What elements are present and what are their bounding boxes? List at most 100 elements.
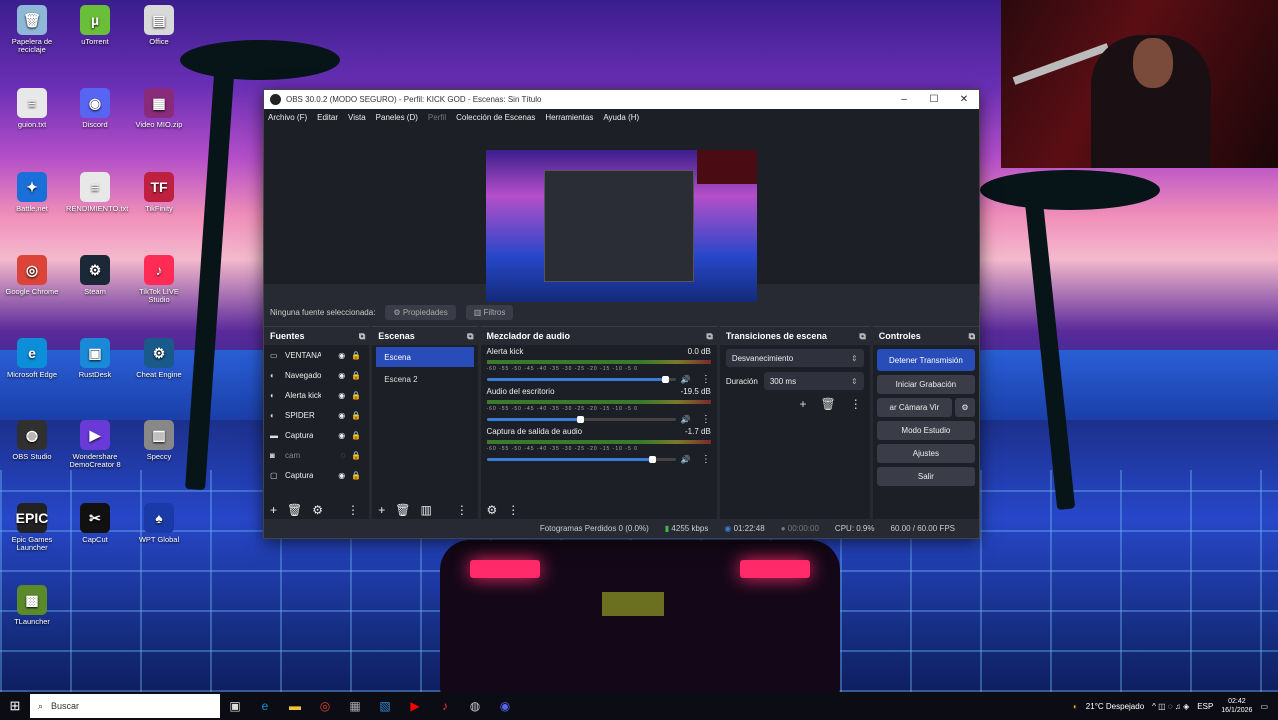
desktop-icon[interactable]: ✦ Battle.net [3, 172, 61, 213]
desktop-icon[interactable]: ▤ Office [130, 5, 188, 46]
volume-slider[interactable] [486, 455, 676, 463]
transition-more-button[interactable]: ⋮ [850, 397, 862, 411]
visibility-eye-icon[interactable]: ◉ [338, 391, 345, 400]
windows-start-icon[interactable]: ⊞ [0, 698, 30, 714]
speaker-icon[interactable]: 🔊 [681, 455, 691, 464]
menu-vista[interactable]: Vista [348, 113, 366, 122]
desktop-icon[interactable]: ◎ Google Chrome [3, 255, 61, 296]
add-source-button[interactable]: + [270, 503, 277, 517]
visibility-eye-icon[interactable]: ◉ [338, 371, 345, 380]
desktop-icon[interactable]: ▣ RustDesk [66, 338, 124, 379]
menu-coleccion[interactable]: Colección de Escenas [456, 113, 535, 122]
source-item[interactable]: ▭ VENTANA ◉ 🔒 [264, 345, 369, 365]
add-transition-button[interactable]: + [800, 397, 807, 411]
youtube-icon[interactable]: ▶ [400, 692, 430, 720]
lock-icon[interactable]: 🔒 [351, 371, 361, 380]
settings-button[interactable]: Ajustes [876, 444, 975, 463]
desktop-icon[interactable]: 🗑 Papelera de reciclaje [3, 5, 61, 54]
desktop-icon[interactable]: ≡ guion.txt [3, 88, 61, 129]
visibility-eye-icon[interactable]: ◉ [338, 411, 345, 420]
desktop-icon[interactable]: EPIC Epic Games Launcher [3, 503, 61, 552]
remove-scene-button[interactable]: 🗑 [395, 503, 410, 517]
store-icon[interactable]: ▦ [340, 692, 370, 720]
tray-icons[interactable]: ^ ◫ ◌ ♫ ◈ [1152, 702, 1189, 711]
lock-icon[interactable]: 🔒 [351, 391, 361, 400]
stop-streaming-button[interactable]: Detener Transmisión [876, 349, 975, 371]
task-view-icon[interactable]: ▣ [220, 692, 250, 720]
lock-icon[interactable]: 🔒 [351, 411, 361, 420]
search-input[interactable]: ⌕ Buscar [30, 694, 220, 718]
obs-icon[interactable]: ◍ [460, 692, 490, 720]
source-item[interactable]: ◐ Alerta kick ◉ 🔒 [264, 385, 369, 405]
duration-input[interactable]: 300 ms ⇕ [763, 372, 864, 390]
gear-icon[interactable]: ⚙ [955, 398, 975, 417]
tiktok-icon[interactable]: ♪ [430, 692, 460, 720]
lock-icon[interactable]: 🔒 [351, 471, 361, 480]
transition-select[interactable]: Desvanecimiento ⇕ [725, 349, 864, 367]
add-scene-button[interactable]: + [378, 503, 385, 517]
menu-ayuda[interactable]: Ayuda (H) [603, 113, 639, 122]
start-recording-button[interactable]: Iniciar Grabación [876, 375, 975, 394]
chrome-icon[interactable]: ◎ [310, 692, 340, 720]
properties-button[interactable]: ⚙ Propiedades [385, 304, 456, 320]
undock-icon[interactable]: ⧉ [969, 331, 975, 342]
speaker-icon[interactable]: 🔊 [681, 415, 691, 424]
source-more-button[interactable]: ⋮ [347, 503, 359, 517]
scene-item[interactable]: Escena 2 [376, 369, 473, 389]
desktop-icon[interactable]: TF TikFinity [130, 172, 188, 213]
discord-icon[interactable]: ◉ [490, 692, 520, 720]
remove-source-button[interactable]: 🗑 [287, 503, 302, 517]
volume-slider[interactable] [486, 375, 676, 383]
desktop-icon[interactable]: ◉ Discord [66, 88, 124, 129]
desktop-icon[interactable]: ≡ RENDIMIENTO.txt [66, 172, 128, 213]
desktop-icon[interactable]: e Microsoft Edge [3, 338, 61, 379]
mixer-more-button[interactable]: ⋮ [507, 503, 519, 517]
lock-icon[interactable]: 🔒 [351, 451, 361, 460]
desktop-icon[interactable]: ✂ CapCut [66, 503, 124, 544]
undock-icon[interactable]: ⧉ [706, 331, 712, 342]
volume-slider[interactable] [486, 415, 676, 423]
lock-icon[interactable]: 🔒 [351, 431, 361, 440]
clock[interactable]: 02:42 16/1/2026 [1221, 697, 1252, 715]
exit-button[interactable]: Salir [876, 467, 975, 486]
remove-transition-button[interactable]: 🗑 [821, 397, 836, 411]
close-button[interactable]: ✕ [949, 94, 979, 105]
visibility-eye-icon[interactable]: ◉ [338, 471, 345, 480]
desktop-icon[interactable]: ▦ Video MIO.zip [130, 88, 188, 129]
scene-more-button[interactable]: ⋮ [456, 503, 468, 517]
menu-perfil[interactable]: Perfil [428, 113, 446, 122]
channel-more-button[interactable]: ⋮ [701, 414, 711, 425]
preview-area[interactable] [264, 126, 979, 302]
undock-icon[interactable]: ⧉ [859, 331, 865, 342]
desktop-icon[interactable]: ⚙ Steam [66, 255, 124, 296]
weather[interactable]: 21°C Despejado [1086, 702, 1144, 711]
desktop-icon[interactable]: ♪ TikTok LIVE Studio [130, 255, 188, 304]
file-explorer-icon[interactable]: ▬ [280, 692, 310, 720]
desktop-icon[interactable]: ▶ Wondershare DemoCreator 8 [66, 420, 124, 469]
studio-mode-button[interactable]: Modo Estudio [876, 421, 975, 440]
visibility-eye-icon[interactable]: ◌ [341, 451, 346, 460]
channel-more-button[interactable]: ⋮ [701, 454, 711, 465]
advanced-audio-button[interactable]: ⚙ [487, 503, 498, 517]
menu-archivo[interactable]: Archivo (F) [268, 113, 307, 122]
source-item[interactable]: ▢ Captura ◉ 🔒 [264, 465, 369, 485]
channel-more-button[interactable]: ⋮ [701, 374, 711, 385]
desktop-icon[interactable]: ⚙ Cheat Engine [130, 338, 188, 379]
menu-editar[interactable]: Editar [317, 113, 338, 122]
desktop-icon[interactable]: ◍ OBS Studio [3, 420, 61, 461]
desktop-icon[interactable]: ▥ Speccy [130, 420, 188, 461]
edge-icon[interactable]: e [250, 692, 280, 720]
desktop-icon[interactable]: µ uTorrent [66, 5, 124, 46]
virtual-camera-button[interactable]: ar Cámara Vir [876, 398, 952, 417]
filters-button[interactable]: ▥ Filtros [465, 304, 514, 320]
source-item[interactable]: ◐ SPIDER ◉ 🔒 [264, 405, 369, 425]
undock-icon[interactable]: ⧉ [467, 331, 473, 342]
visibility-eye-icon[interactable]: ◉ [338, 431, 345, 440]
lock-icon[interactable]: 🔒 [351, 351, 361, 360]
menu-paneles[interactable]: Paneles (D) [376, 113, 418, 122]
visibility-eye-icon[interactable]: ◉ [338, 351, 345, 360]
scene-filters-button[interactable]: ▥ [421, 503, 432, 517]
preview-canvas[interactable] [486, 150, 757, 302]
desktop-icon[interactable]: ▩ TLauncher [3, 585, 61, 626]
minimize-button[interactable]: – [889, 94, 919, 105]
